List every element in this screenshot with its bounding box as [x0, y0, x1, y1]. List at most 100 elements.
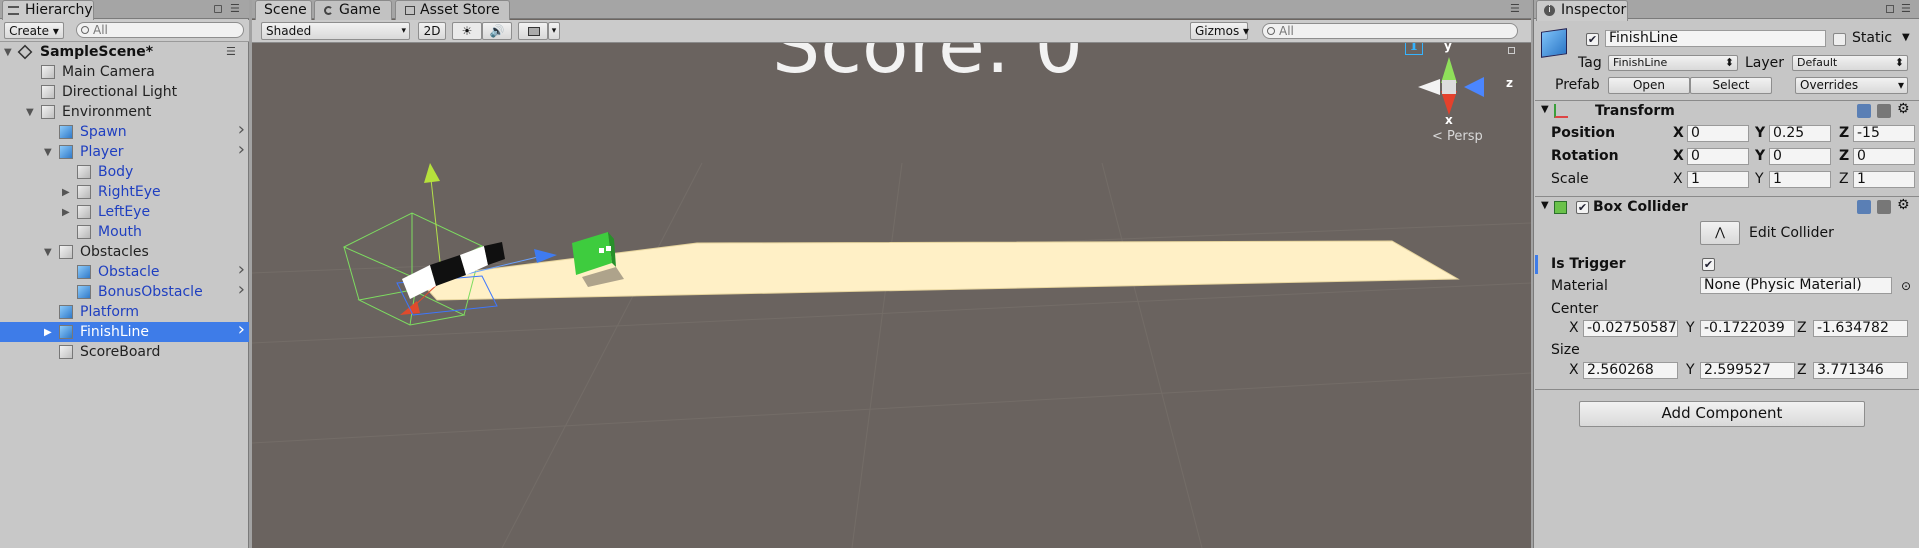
preset-icon[interactable]: [1877, 200, 1891, 214]
chevron-right-icon[interactable]: ›: [238, 120, 245, 140]
box-collider-header[interactable]: ▼ ✔ Box Collider ⚙: [1535, 196, 1919, 218]
center-label: Center: [1551, 301, 1599, 317]
hierarchy-row[interactable]: ▼ Player ›: [0, 140, 249, 163]
hierarchy-row[interactable]: ▶ FinishLine ›: [0, 320, 249, 343]
position-y-field[interactable]: 0.25: [1769, 125, 1831, 142]
audio-toggle-button[interactable]: 🔊: [482, 22, 512, 40]
hierarchy-row[interactable]: ▼ Obstacles: [0, 242, 249, 262]
hierarchy-row[interactable]: Directional Light: [0, 82, 249, 102]
static-dropdown-icon[interactable]: ▼: [1902, 32, 1910, 43]
transform-header[interactable]: ▼ Transform ⚙: [1535, 100, 1919, 122]
inspector-menu-icon[interactable]: ☰: [1901, 2, 1911, 15]
help-icon[interactable]: [1857, 104, 1871, 118]
center-y-field[interactable]: -0.1722039: [1700, 320, 1795, 337]
scale-z-field[interactable]: 1: [1853, 171, 1915, 188]
tab-game[interactable]: Game: [314, 0, 392, 20]
scene-menu-icon[interactable]: ☰: [226, 42, 236, 62]
fold-closed-icon[interactable]: ▶: [62, 183, 70, 203]
hierarchy-row[interactable]: Body: [0, 162, 249, 182]
hierarchy-row[interactable]: ▶ RightEye: [0, 182, 249, 202]
tag-dropdown[interactable]: FinishLine ⬍: [1608, 55, 1738, 71]
hierarchy-row[interactable]: ScoreBoard: [0, 342, 249, 362]
inspector-tab[interactable]: i Inspector: [1536, 0, 1628, 21]
fold-closed-icon[interactable]: ▶: [62, 203, 70, 223]
layer-dropdown[interactable]: Default ⬍: [1792, 55, 1908, 71]
tab-asset-store[interactable]: Asset Store: [395, 0, 510, 20]
active-checkbox[interactable]: ✔: [1586, 33, 1599, 46]
hierarchy-row[interactable]: Spawn ›: [0, 120, 249, 142]
box-collider-enabled-checkbox[interactable]: ✔: [1576, 201, 1589, 214]
center-x-field[interactable]: -0.02750587: [1583, 320, 1678, 337]
preset-icon[interactable]: [1877, 104, 1891, 118]
move-handle-y-icon[interactable]: [424, 163, 440, 183]
gizmo-y-label: y: [1444, 43, 1452, 53]
center-z-field[interactable]: -1.634782: [1813, 320, 1908, 337]
size-z-field[interactable]: 3.771346: [1813, 362, 1908, 379]
hierarchy-row[interactable]: BonusObstacle ›: [0, 280, 249, 302]
hierarchy-row[interactable]: Platform: [0, 302, 249, 322]
chevron-right-icon[interactable]: ›: [238, 260, 245, 280]
hierarchy-row-label: Obstacles: [80, 244, 149, 260]
is-trigger-checkbox[interactable]: ✔: [1702, 258, 1715, 271]
fold-closed-icon[interactable]: ▶: [44, 323, 52, 343]
prefab-select-button[interactable]: Select: [1690, 77, 1772, 94]
effects-toggle-button[interactable]: [518, 22, 548, 40]
hierarchy-tab[interactable]: Hierarchy: [2, 0, 94, 21]
create-label: Create: [9, 24, 50, 38]
scene-search-input[interactable]: All: [1262, 23, 1518, 39]
scene-panel-menu-icon[interactable]: ☰: [1510, 2, 1520, 15]
create-button[interactable]: Create ▾: [4, 22, 64, 39]
transform-title: Transform: [1595, 103, 1675, 119]
fold-open-icon[interactable]: ▼: [1541, 104, 1549, 115]
edit-collider-button[interactable]: ⋀: [1700, 221, 1740, 245]
rotation-y-field[interactable]: 0: [1769, 148, 1831, 165]
scene-viewport[interactable]: Score: 0 T y z x < Persp: [252, 43, 1531, 548]
material-field[interactable]: None (Physic Material): [1700, 277, 1892, 294]
orientation-gizmo[interactable]: [1412, 47, 1502, 127]
position-x-field[interactable]: 0: [1687, 125, 1749, 142]
prefab-open-button[interactable]: Open: [1608, 77, 1690, 94]
chevron-right-icon[interactable]: ›: [238, 280, 245, 300]
hierarchy-row[interactable]: ▼ Environment: [0, 102, 249, 122]
static-checkbox[interactable]: [1833, 33, 1846, 46]
gear-icon[interactable]: ⚙: [1897, 101, 1910, 117]
gear-icon[interactable]: ⚙: [1897, 197, 1910, 213]
rotation-z-field[interactable]: 0: [1853, 148, 1915, 165]
object-name-field[interactable]: FinishLine: [1605, 30, 1826, 47]
fold-open-icon[interactable]: ▼: [44, 143, 52, 163]
gizmo-lock-icon[interactable]: [1508, 47, 1515, 54]
inspector-lock-icon[interactable]: [1886, 5, 1894, 13]
prefab-overrides-dropdown[interactable]: Overrides ▾: [1795, 77, 1908, 94]
rotation-x-field[interactable]: 0: [1687, 148, 1749, 165]
lock-icon[interactable]: [214, 5, 222, 13]
hierarchy-row-label: Body: [98, 164, 134, 180]
hierarchy-row[interactable]: Mouth: [0, 222, 249, 242]
hierarchy-row[interactable]: Main Camera: [0, 62, 249, 82]
help-icon[interactable]: [1857, 200, 1871, 214]
hierarchy-row[interactable]: Obstacle ›: [0, 260, 249, 282]
chevron-right-icon[interactable]: ›: [238, 320, 245, 340]
shading-dropdown[interactable]: Shaded ▾: [261, 22, 410, 40]
gizmos-dropdown[interactable]: Gizmos ▾: [1190, 22, 1249, 40]
fold-open-icon[interactable]: ▼: [26, 103, 34, 123]
projection-toggle[interactable]: < Persp: [1432, 129, 1483, 144]
2d-toggle-button[interactable]: 2D: [418, 22, 446, 40]
fold-open-icon[interactable]: ▼: [4, 43, 12, 63]
tab-scene[interactable]: Scene: [255, 0, 312, 21]
size-x-field[interactable]: 2.560268: [1583, 362, 1678, 379]
fold-open-icon[interactable]: ▼: [1541, 200, 1549, 211]
panel-menu-icon[interactable]: ☰: [230, 2, 240, 15]
position-z-field[interactable]: -15: [1853, 125, 1915, 142]
chevron-right-icon[interactable]: ›: [238, 140, 245, 160]
hierarchy-search-input[interactable]: All: [76, 22, 244, 38]
lighting-toggle-button[interactable]: ☀: [452, 22, 482, 40]
scale-x-field[interactable]: 1: [1687, 171, 1749, 188]
size-y-field[interactable]: 2.599527: [1700, 362, 1795, 379]
scale-y-field[interactable]: 1: [1769, 171, 1831, 188]
fold-open-icon[interactable]: ▼: [44, 243, 52, 263]
effects-dropdown[interactable]: ▾: [548, 22, 560, 40]
hierarchy-row[interactable]: ▶ LeftEye: [0, 202, 249, 222]
object-picker-icon[interactable]: ⊙: [1901, 279, 1911, 293]
add-component-button[interactable]: Add Component: [1579, 401, 1865, 427]
scene-row[interactable]: ▼ SampleScene* ☰: [0, 42, 249, 62]
